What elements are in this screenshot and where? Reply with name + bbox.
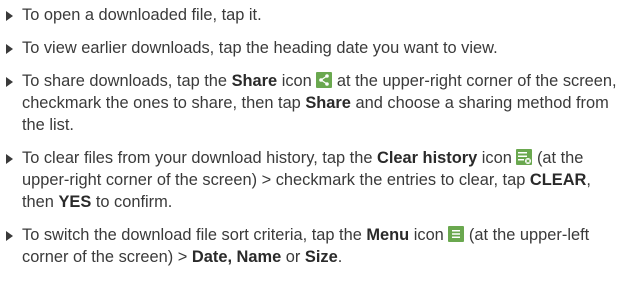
menu-icon xyxy=(448,226,465,242)
item-text: To share downloads, tap the xyxy=(22,72,232,90)
bullet-arrow-icon xyxy=(6,231,13,241)
bold-term-yes: YES xyxy=(58,193,92,211)
item-text: To view earlier downloads, tap the headi… xyxy=(22,39,498,57)
item-text: To switch the download file sort criteri… xyxy=(22,226,367,244)
list-item-share: To share downloads, tap the Share icon a… xyxy=(2,70,624,136)
item-text: . xyxy=(337,248,343,266)
bold-term-clear: CLEAR xyxy=(529,171,587,189)
bullet-arrow-icon xyxy=(6,11,13,21)
item-text: icon xyxy=(477,149,517,167)
bullet-arrow-icon xyxy=(6,77,13,87)
bold-term-share: Share xyxy=(305,94,351,112)
item-text: or xyxy=(281,248,305,266)
bold-term-date-name: Date, Name xyxy=(191,248,282,266)
bold-term-menu: Menu xyxy=(366,226,410,244)
bold-term-share: Share xyxy=(231,72,278,90)
item-text: icon xyxy=(277,72,317,90)
list-item-sort: To switch the download file sort criteri… xyxy=(2,224,624,268)
share-icon xyxy=(316,72,333,88)
instruction-list: To open a downloaded file, tap it. To vi… xyxy=(2,4,624,268)
bullet-arrow-icon xyxy=(6,154,13,164)
instructions-page: To open a downloaded file, tap it. To vi… xyxy=(0,0,630,281)
list-item-open-file: To open a downloaded file, tap it. xyxy=(2,4,624,26)
bold-term-size: Size xyxy=(304,248,338,266)
item-text: To clear files from your download histor… xyxy=(22,149,377,167)
clear-history-icon xyxy=(516,149,533,165)
list-item-clear-history: To clear files from your download histor… xyxy=(2,147,624,213)
item-text: icon xyxy=(409,226,449,244)
item-text: to confirm. xyxy=(91,193,173,211)
bullet-arrow-icon xyxy=(6,44,13,54)
bold-term-clear-history: Clear history xyxy=(377,149,478,167)
list-item-view-earlier: To view earlier downloads, tap the headi… xyxy=(2,37,624,59)
item-text: To open a downloaded file, tap it. xyxy=(22,6,262,24)
